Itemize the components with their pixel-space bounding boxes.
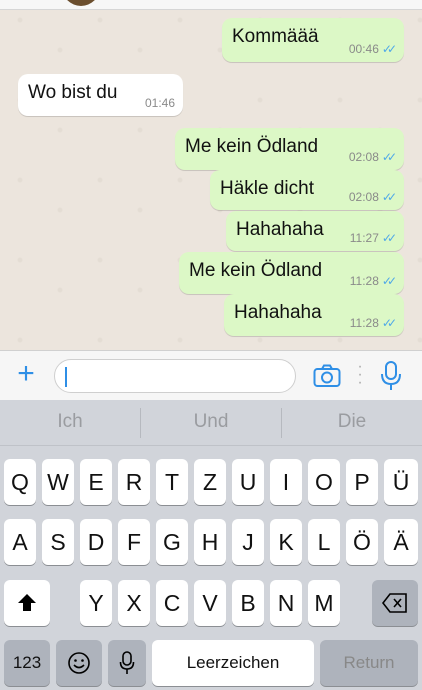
message-meta: 01:46 — [145, 96, 175, 110]
key-t[interactable]: T — [156, 459, 188, 505]
message-time: 01:46 — [144, 96, 175, 110]
message-text: Hahahaha — [234, 302, 322, 323]
message-meta: 11:27 ✓✓ — [349, 231, 397, 245]
microphone-icon — [119, 651, 135, 674]
key-h[interactable]: H — [194, 519, 226, 565]
message-text: Me kein Ödland — [189, 260, 323, 281]
key-l[interactable]: L — [308, 519, 340, 565]
key-b[interactable]: B — [232, 580, 264, 626]
backspace-icon — [381, 593, 407, 613]
message-meta: 11:28 ✓✓ — [349, 316, 397, 330]
key-a[interactable]: A — [4, 519, 36, 565]
message-bubble[interactable]: Hahahaha 11:28 ✓✓ — [224, 294, 404, 336]
key-s[interactable]: S — [42, 519, 74, 565]
key-u[interactable]: U — [232, 459, 264, 505]
key-i[interactable]: I — [270, 459, 302, 505]
suggestion-und[interactable]: Und — [141, 400, 281, 446]
shift-key[interactable] — [4, 580, 50, 626]
message-time: 02:08 — [348, 190, 379, 204]
message-text: Häkle dicht — [220, 178, 314, 199]
message-time: 11:28 — [349, 316, 379, 330]
message-bubble[interactable]: Häkle dicht 02:08 ✓✓ — [210, 170, 404, 210]
key-v[interactable]: V — [194, 580, 226, 626]
camera-icon[interactable] — [313, 364, 341, 388]
message-time: 11:28 — [349, 274, 379, 288]
microphone-icon[interactable] — [379, 361, 403, 391]
key-w[interactable]: W — [42, 459, 74, 505]
key-ue[interactable]: Ü — [384, 459, 418, 505]
emoji-key[interactable] — [56, 640, 102, 686]
key-r[interactable]: R — [118, 459, 150, 505]
key-p[interactable]: P — [346, 459, 378, 505]
key-oe[interactable]: Ö — [346, 519, 378, 565]
key-g[interactable]: G — [156, 519, 188, 565]
suggestion-die[interactable]: Die — [282, 400, 422, 446]
key-n[interactable]: N — [270, 580, 302, 626]
return-key[interactable]: Return — [320, 640, 418, 686]
header-edge — [0, 0, 422, 10]
message-meta: 02:08 ✓✓ — [348, 150, 397, 164]
key-j[interactable]: J — [232, 519, 264, 565]
read-receipt-icon: ✓✓ — [381, 316, 397, 330]
plus-icon[interactable]: + — [12, 359, 40, 389]
message-bubble[interactable]: Me kein Ödland 02:08 ✓✓ — [175, 128, 404, 170]
space-key[interactable]: Leerzeichen — [152, 640, 314, 686]
read-receipt-icon: ✓✓ — [381, 274, 397, 288]
key-z[interactable]: Z — [194, 459, 226, 505]
message-bubble[interactable]: Hahahaha 11:27 ✓✓ — [226, 211, 404, 251]
chat-area: Kommäää 00:46 ✓✓ Wo bist du 01:46 Me kei… — [0, 0, 422, 350]
message-text: Hahahaha — [236, 219, 324, 240]
read-receipt-icon: ✓✓ — [381, 42, 397, 56]
dictation-key[interactable] — [108, 640, 146, 686]
message-meta: 11:28 ✓✓ — [349, 274, 397, 288]
numbers-key[interactable]: 123 — [4, 640, 50, 686]
key-y[interactable]: Y — [80, 580, 112, 626]
shift-icon — [18, 594, 36, 611]
key-q[interactable]: Q — [4, 459, 36, 505]
suggestion-bar: Ich Und Die — [0, 400, 422, 446]
suggestion-ich[interactable]: Ich — [0, 400, 140, 446]
message-input[interactable] — [54, 359, 296, 393]
text-cursor — [65, 367, 67, 387]
message-bubble[interactable]: Me kein Ödland 11:28 ✓✓ — [179, 252, 404, 294]
read-receipt-icon: ✓✓ — [381, 190, 397, 204]
message-bubble[interactable]: Wo bist du 01:46 — [18, 74, 183, 116]
message-bubble[interactable]: Kommäää 00:46 ✓✓ — [222, 18, 404, 62]
delete-key[interactable] — [372, 580, 418, 626]
keyboard: Ich Und Die Q W E R T Z U I O P Ü A S D … — [0, 400, 422, 690]
key-k[interactable]: K — [270, 519, 302, 565]
message-text: Wo bist du — [28, 82, 118, 103]
key-o[interactable]: O — [308, 459, 340, 505]
message-time: 02:08 — [348, 150, 379, 164]
read-receipt-icon: ✓✓ — [381, 231, 397, 245]
key-c[interactable]: C — [156, 580, 188, 626]
key-f[interactable]: F — [118, 519, 150, 565]
read-receipt-icon: ✓✓ — [381, 150, 397, 164]
message-input-bar: + · · · — [0, 350, 422, 400]
message-meta: 02:08 ✓✓ — [348, 190, 397, 204]
message-text: Kommäää — [232, 26, 319, 47]
key-d[interactable]: D — [80, 519, 112, 565]
key-x[interactable]: X — [118, 580, 150, 626]
message-text: Me kein Ödland — [185, 136, 319, 157]
key-e[interactable]: E — [80, 459, 112, 505]
message-time: 11:27 — [349, 231, 379, 245]
separator-dots: · · · — [357, 358, 363, 391]
message-meta: 00:46 ✓✓ — [348, 42, 397, 56]
key-m[interactable]: M — [308, 580, 340, 626]
emoji-icon — [68, 652, 90, 674]
key-ae[interactable]: Ä — [384, 519, 418, 565]
message-time: 00:46 — [348, 42, 379, 56]
